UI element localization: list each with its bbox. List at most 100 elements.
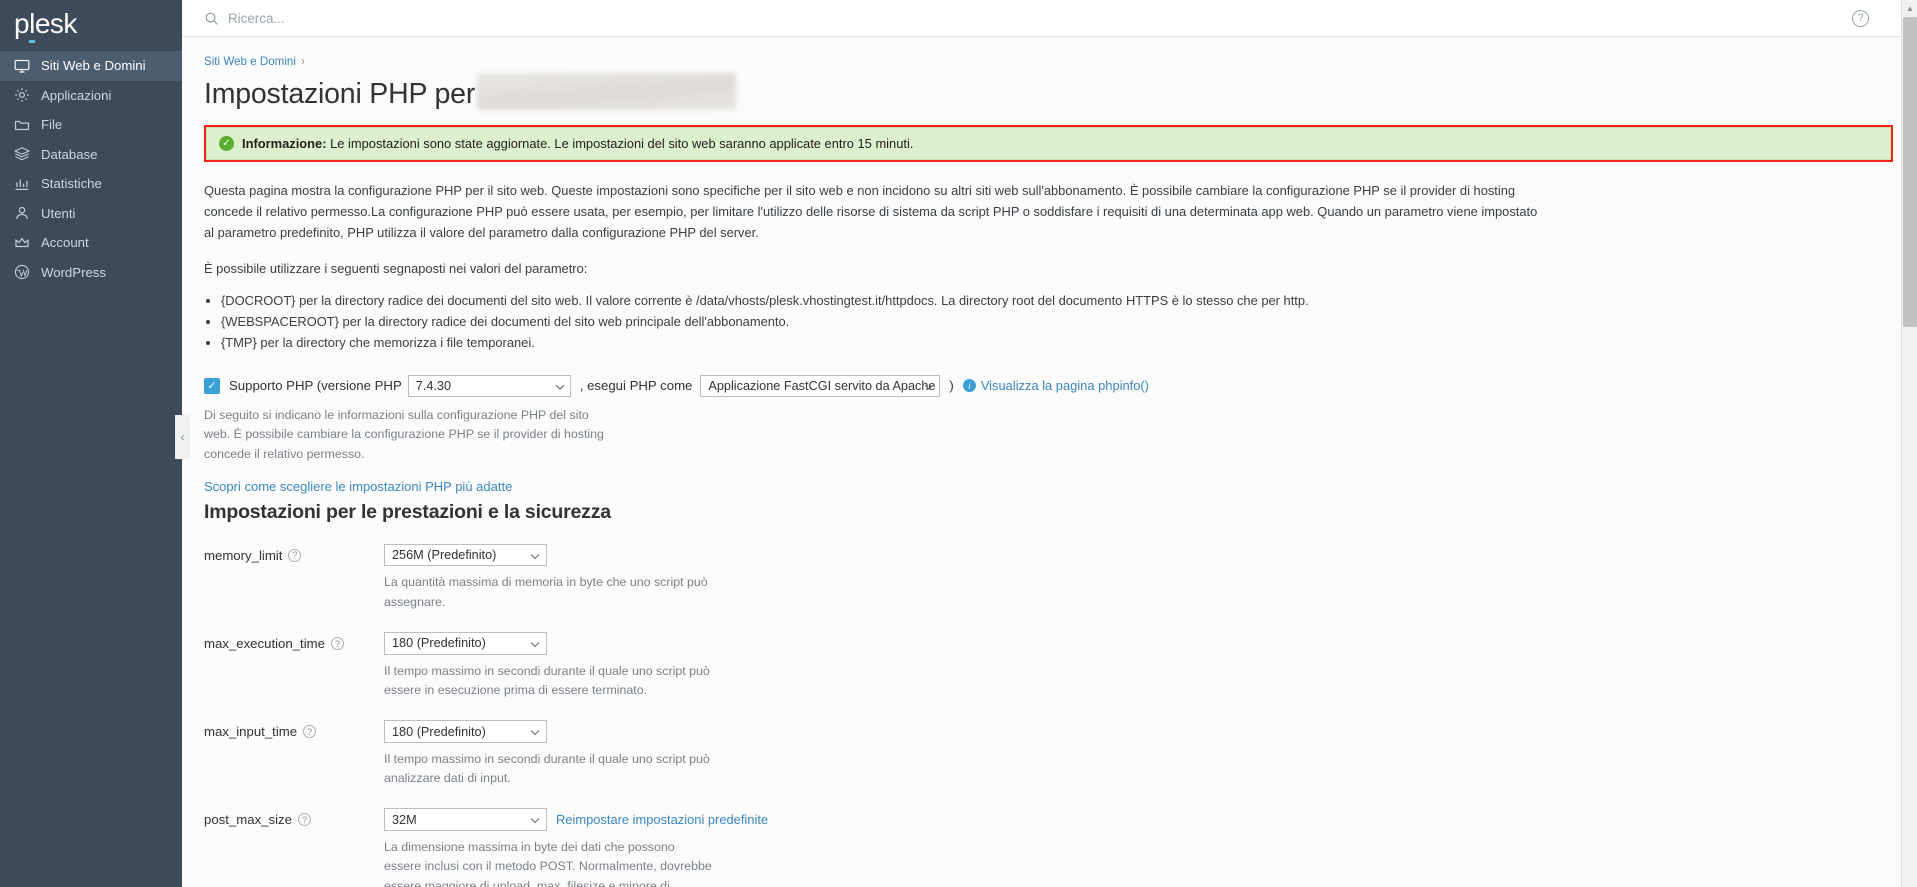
placeholders-list: {DOCROOT} per la directory radice dei do…	[204, 290, 1893, 353]
setting-row-max-execution-time: max_execution_time ? 180 (Predefinito) I…	[204, 632, 1893, 700]
alert-message: Le impostazioni sono state aggiornate. L…	[330, 136, 914, 151]
plesk-app: plesk Siti Web e Domini Applicazioni Fil…	[0, 0, 1917, 887]
search-icon	[204, 11, 219, 26]
setting-value: 180 (Predefinito)	[392, 636, 486, 651]
sidebar-item-label: Siti Web e Domini	[41, 58, 146, 74]
setting-description: La quantità massima di memoria in byte c…	[384, 575, 708, 609]
phpinfo-link[interactable]: Visualizza la pagina phpinfo()	[981, 378, 1149, 393]
setting-description: Il tempo massimo in secondi durante il q…	[384, 663, 710, 697]
setting-description: Il tempo massimo in secondi durante il q…	[384, 751, 710, 786]
reset-defaults-link[interactable]: Reimpostare impostazioni predefinite	[556, 812, 768, 827]
sidebar-item-wordpress[interactable]: WordPress	[0, 258, 182, 288]
php-run-as-label: , esegui PHP come	[579, 378, 693, 394]
alert-strong-label: Informazione:	[242, 136, 327, 151]
php-support-row: ✓ Supporto PHP (versione PHP 7.4.30 , es…	[204, 374, 1893, 398]
gear-icon	[14, 87, 30, 103]
sidebar-item-file[interactable]: File	[0, 110, 182, 140]
database-icon	[14, 146, 30, 162]
php-version-select[interactable]: 7.4.30	[407, 374, 571, 398]
question-mark-icon[interactable]: ?	[297, 813, 311, 827]
title-row: Impostazioni PHP per	[204, 73, 1893, 112]
question-mark-icon[interactable]: ?	[303, 725, 317, 739]
question-mark-icon[interactable]: ?	[330, 637, 344, 651]
question-mark-icon[interactable]: ?	[288, 548, 302, 562]
discover-php-settings-link[interactable]: Scopri come scegliere le impostazioni PH…	[204, 479, 512, 494]
sidebar-item-label: Database	[41, 146, 98, 162]
folder-icon	[14, 117, 30, 133]
intro-paragraph-2: È possibile utilizzare i seguenti segnap…	[204, 260, 588, 276]
max-input-time-select[interactable]: 180 (Predefinito)	[384, 720, 547, 743]
setting-description: La dimensione massima in byte dei dati c…	[384, 839, 712, 887]
max-execution-time-select[interactable]: 180 (Predefinito)	[384, 632, 547, 655]
vertical-scrollbar[interactable]: ▲	[1901, 0, 1917, 887]
list-item: {TMP} per la directory che memorizza i f…	[221, 332, 1893, 353]
sidebar-item-utenti[interactable]: Utenti	[0, 199, 182, 229]
list-item: {WEBSPACEROOT} per la directory radice d…	[221, 311, 1893, 332]
sidebar-item-label: Statistiche	[41, 176, 102, 192]
setting-value: 256M (Predefinito)	[392, 548, 497, 563]
setting-label: memory_limit ?	[204, 544, 384, 612]
php-handler-select[interactable]: Applicazione FastCGI servito da Apache	[700, 374, 941, 398]
help-icon[interactable]: ?	[1852, 9, 1869, 27]
sidebar-item-account[interactable]: Account	[0, 228, 182, 258]
search-box[interactable]	[204, 10, 1852, 26]
setting-label: max_execution_time ?	[204, 632, 384, 700]
main-area: ? Siti Web e Domini › Impostazioni PHP pe…	[182, 0, 1917, 887]
page-content: Siti Web e Domini › Impostazioni PHP per …	[182, 37, 1917, 887]
setting-name: post_max_size	[204, 812, 292, 828]
sidebar-item-label: WordPress	[41, 264, 106, 280]
sidebar-item-siti-web-e-domini[interactable]: Siti Web e Domini	[0, 51, 182, 81]
top-bar: ?	[182, 0, 1917, 37]
php-handler-value: Applicazione FastCGI servito da Apache	[708, 378, 936, 393]
memory-limit-select[interactable]: 256M (Predefinito)	[384, 543, 547, 567]
breadcrumb: Siti Web e Domini ›	[204, 49, 1893, 68]
php-settings-form: memory_limit ? 256M (Predefinito) La qua…	[204, 543, 1893, 887]
intro-paragraph-1: Questa pagina mostra la configurazione P…	[204, 183, 1538, 240]
crown-icon	[14, 235, 30, 251]
sidebar-item-database[interactable]: Database	[0, 140, 182, 170]
sidebar-nav: Siti Web e Domini Applicazioni File Data…	[0, 51, 182, 287]
monitor-icon	[14, 58, 30, 74]
sidebar: plesk Siti Web e Domini Applicazioni Fil…	[0, 0, 182, 887]
search-input[interactable]	[228, 10, 648, 26]
php-support-note: Di seguito si indicano le informazioni s…	[204, 408, 604, 461]
setting-label: post_max_size ?	[204, 808, 384, 887]
setting-row-post-max-size: post_max_size ? 32M Reimpostare impostaz…	[204, 808, 1893, 887]
plesk-logo-text: plesk	[14, 7, 77, 43]
wordpress-icon	[14, 264, 30, 280]
sidebar-item-label: File	[41, 117, 63, 133]
section-heading-performance-security: Impostazioni per le prestazioni e la sic…	[204, 500, 611, 523]
page-title: Impostazioni PHP per	[204, 78, 476, 111]
close-paren: )	[949, 378, 954, 394]
setting-value: 180 (Predefinito)	[392, 724, 486, 739]
sidebar-collapse-toggle[interactable]: ‹	[175, 415, 190, 459]
check-circle-icon: ✓	[219, 136, 234, 151]
breadcrumb-link-siti-web-e-domini[interactable]: Siti Web e Domini	[204, 55, 296, 68]
sidebar-item-label: Utenti	[41, 205, 76, 221]
setting-label: max_input_time ?	[204, 720, 384, 788]
info-icon: i	[962, 379, 976, 393]
php-version-value: 7.4.30	[415, 378, 452, 393]
breadcrumb-separator: ›	[300, 55, 305, 68]
redacted-domain-name	[477, 73, 737, 110]
sidebar-item-applicazioni[interactable]: Applicazioni	[0, 81, 182, 111]
scrollbar-thumb[interactable]	[1903, 17, 1917, 327]
list-item: {DOCROOT} per la directory radice dei do…	[221, 290, 1893, 311]
setting-value: 32M	[392, 812, 417, 827]
php-support-label: Supporto PHP (versione PHP	[229, 378, 402, 394]
scroll-up-arrow-icon[interactable]: ▲	[1902, 0, 1917, 17]
status-alert-success: ✓ Informazione: Le impostazioni sono sta…	[206, 127, 1891, 160]
setting-name: max_execution_time	[204, 636, 325, 652]
bar-chart-icon	[14, 176, 30, 192]
setting-row-max-input-time: max_input_time ? 180 (Predefinito) Il te…	[204, 720, 1893, 788]
brand-logo[interactable]: plesk	[0, 0, 182, 47]
sidebar-item-label: Account	[41, 235, 89, 251]
sidebar-item-statistiche[interactable]: Statistiche	[0, 169, 182, 199]
setting-name: max_input_time	[204, 724, 298, 740]
user-icon	[14, 205, 30, 221]
sidebar-item-label: Applicazioni	[41, 87, 112, 103]
php-support-checkbox[interactable]: ✓	[204, 377, 220, 394]
setting-row-memory-limit: memory_limit ? 256M (Predefinito) La qua…	[204, 543, 1893, 612]
post-max-size-select[interactable]: 32M	[384, 808, 547, 831]
alert-highlight-box: ✓ Informazione: Le impostazioni sono sta…	[204, 125, 1893, 162]
